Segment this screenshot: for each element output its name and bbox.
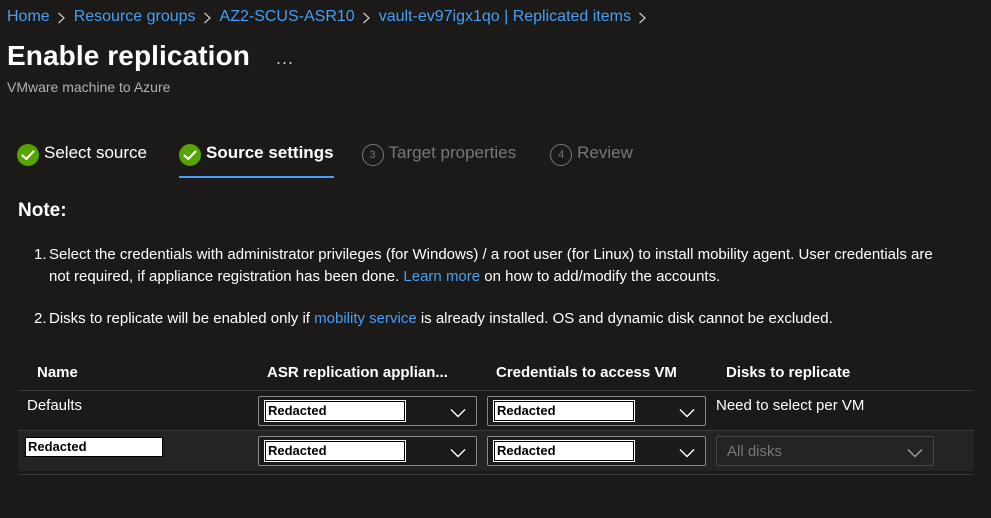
chevron-right-icon <box>196 9 220 25</box>
mobility-service-link[interactable]: mobility service <box>314 310 417 327</box>
wizard-steps: Select source Source settings 3 Target p… <box>17 143 663 179</box>
breadcrumb-vault-replicated-items[interactable]: vault-ev97igx1qo | Replicated items <box>379 8 631 26</box>
column-header-credentials: Credentials to access VM <box>496 364 677 381</box>
note-list: 1. Select the credentials with administr… <box>34 244 934 330</box>
step-label: Target properties <box>388 143 517 162</box>
note-item: 1. Select the credentials with administr… <box>34 244 934 288</box>
note-text: Disks to replicate will be enabled only … <box>49 308 833 330</box>
replication-grid: Name ASR replication applian... Credenti… <box>18 355 974 471</box>
row-name: Defaults <box>27 397 83 414</box>
step-label: Review <box>577 143 633 162</box>
appliance-value: Redacted <box>264 400 406 422</box>
note-item: 2. Disks to replicate will be enabled on… <box>34 308 934 330</box>
note-text-part: Disks to replicate will be enabled only … <box>49 310 315 327</box>
step-select-source[interactable]: Select source <box>17 143 147 179</box>
chevron-right-icon <box>355 9 379 25</box>
note-number: 1. <box>34 246 47 263</box>
credentials-dropdown[interactable]: Redacted <box>487 396 706 426</box>
grid-header: Name ASR replication applian... Credenti… <box>18 355 974 391</box>
step-label: Select source <box>44 143 147 162</box>
breadcrumb-home[interactable]: Home <box>7 8 50 26</box>
step-source-settings[interactable]: Source settings <box>179 143 334 179</box>
disks-dropdown: All disks <box>716 436 934 466</box>
table-row: Defaults Redacted Redacted Need to selec… <box>18 391 974 431</box>
row-name: Redacted <box>25 437 163 457</box>
note-heading: Note: <box>18 200 67 221</box>
checkmark-circle-icon <box>17 144 39 166</box>
chevron-down-icon <box>450 405 466 422</box>
grid-bottom-divider <box>18 474 974 475</box>
breadcrumb: Home Resource groups AZ2-SCUS-ASR10 vaul… <box>7 6 655 28</box>
chevron-down-icon <box>679 405 695 422</box>
note-text: Select the credentials with administrato… <box>49 244 934 288</box>
breadcrumb-resource-group[interactable]: AZ2-SCUS-ASR10 <box>220 8 355 26</box>
column-header-name: Name <box>37 364 78 381</box>
chevron-down-icon <box>907 445 923 462</box>
disks-value: Need to select per VM <box>716 397 865 414</box>
header: Enable replication ... <box>7 40 294 72</box>
credentials-dropdown[interactable]: Redacted <box>487 436 706 466</box>
chevron-right-icon <box>631 9 655 25</box>
appliance-value: Redacted <box>264 440 406 462</box>
step-review[interactable]: 4 Review <box>550 143 633 179</box>
note-number: 2. <box>34 310 47 327</box>
step-number-icon: 4 <box>550 144 573 166</box>
checkmark-circle-icon <box>179 144 201 166</box>
column-header-disks: Disks to replicate <box>726 364 851 381</box>
more-options-button[interactable]: ... <box>276 48 294 69</box>
appliance-dropdown[interactable]: Redacted <box>258 436 477 466</box>
chevron-right-icon <box>50 9 74 25</box>
table-row: Redacted Redacted Redacted All disks <box>18 431 974 471</box>
appliance-dropdown[interactable]: Redacted <box>258 396 477 426</box>
chevron-down-icon <box>450 445 466 462</box>
breadcrumb-resource-groups[interactable]: Resource groups <box>74 8 196 26</box>
step-target-properties[interactable]: 3 Target properties <box>361 143 517 179</box>
learn-more-link[interactable]: Learn more <box>403 268 480 285</box>
note-text-part: on how to add/modify the accounts. <box>480 268 721 285</box>
disks-value: All disks <box>727 443 783 460</box>
credentials-value: Redacted <box>493 440 635 462</box>
chevron-down-icon <box>679 445 695 462</box>
step-label: Source settings <box>206 143 334 162</box>
enable-replication-page: Home Resource groups AZ2-SCUS-ASR10 vaul… <box>0 0 991 518</box>
column-header-appliance: ASR replication applian... <box>267 364 448 381</box>
credentials-value: Redacted <box>493 400 635 422</box>
page-subtitle: VMware machine to Azure <box>7 79 171 95</box>
note-text-part: is already installed. OS and dynamic dis… <box>416 310 833 327</box>
step-number-icon: 3 <box>361 144 384 166</box>
page-title: Enable replication <box>7 40 250 71</box>
